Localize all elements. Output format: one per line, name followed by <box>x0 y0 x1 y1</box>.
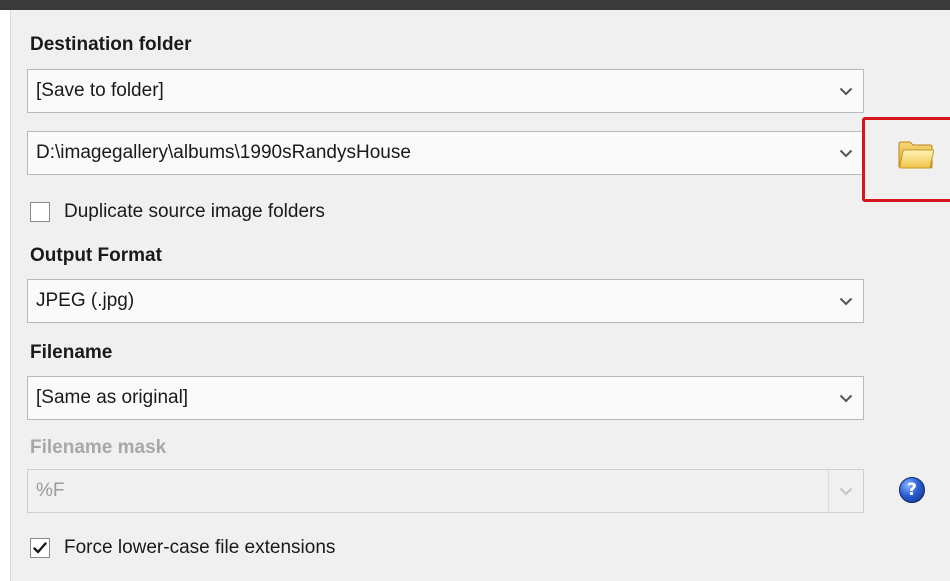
destination-path-combobox[interactable]: D:\imagegallery\albums\1990sRandysHouse <box>27 131 864 175</box>
chevron-down-icon <box>829 280 863 322</box>
filename-label: Filename <box>30 342 113 363</box>
window-top-edge <box>0 0 950 10</box>
chevron-down-icon <box>829 70 863 112</box>
chevron-down-icon <box>829 132 863 174</box>
help-icon: ? <box>907 480 917 500</box>
output-format-label: Output Format <box>30 245 162 266</box>
output-format-dropdown[interactable]: JPEG (.jpg) <box>27 279 864 323</box>
help-button[interactable]: ? <box>899 477 925 503</box>
force-lowercase-extensions-label: Force lower-case file extensions <box>64 537 336 558</box>
destination-folder-label: Destination folder <box>30 34 192 55</box>
filename-dropdown[interactable]: [Same as original] <box>27 376 864 420</box>
force-lowercase-extensions-option[interactable]: Force lower-case file extensions <box>30 537 335 559</box>
duplicate-source-folders-checkbox[interactable] <box>30 202 50 222</box>
filename-mask-label: Filename mask <box>30 437 167 458</box>
checkmark-icon <box>33 542 47 554</box>
filename-mask-combobox: %F <box>27 469 864 513</box>
highlight-annotation-box <box>862 117 950 202</box>
chevron-down-icon <box>829 377 863 419</box>
duplicate-source-folders-label: Duplicate source image folders <box>64 201 325 222</box>
chevron-down-icon <box>828 470 863 512</box>
destination-path-value: D:\imagegallery\albums\1990sRandysHouse <box>36 142 411 163</box>
destination-mode-value: [Save to folder] <box>36 80 164 101</box>
destination-mode-dropdown[interactable]: [Save to folder] <box>27 69 864 113</box>
duplicate-source-folders-option[interactable]: Duplicate source image folders <box>30 201 325 223</box>
filename-mask-value: %F <box>36 480 65 501</box>
output-format-value: JPEG (.jpg) <box>36 290 135 311</box>
filename-value: [Same as original] <box>36 387 189 408</box>
force-lowercase-extensions-checkbox[interactable] <box>30 538 50 558</box>
